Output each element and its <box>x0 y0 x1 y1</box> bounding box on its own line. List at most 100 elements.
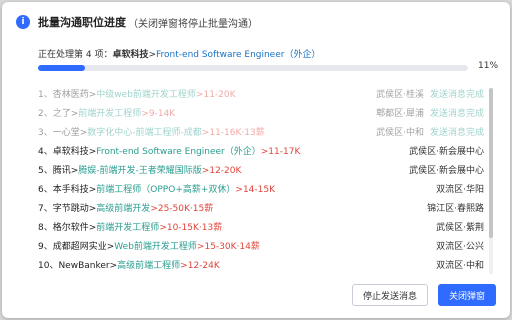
job-row-meta: 郫都区·犀浦 发送消息完成 <box>376 105 484 124</box>
job-row-meta: 武侯区·中和 发送消息完成 <box>376 124 484 143</box>
job-row-main: 3、一心堂>数字化中心-前端工程师-成都>11-16K·13薪 <box>38 124 265 143</box>
job-send-status: 发送消息完成 <box>429 90 484 100</box>
job-index: 1、 <box>38 90 53 100</box>
job-index: 5、 <box>38 166 53 176</box>
job-salary: >14-15K <box>235 185 276 195</box>
job-row-main: 9、成都超网实业>Web前端开发工程师>15-30K·14薪 <box>38 238 260 257</box>
progress-prefix: 正在处理第 4 项： <box>38 50 113 60</box>
job-company: 腾讯 <box>52 166 71 176</box>
job-row-meta: 锦江区·春熙路 <box>427 200 484 219</box>
job-index: 9、 <box>38 242 53 252</box>
job-location: 双流区·华阳 <box>436 185 484 195</box>
dialog-title: 批量沟通职位进度 <box>38 16 126 29</box>
job-position: 前端工程师（OPPO+高薪+双休） <box>96 185 236 195</box>
job-location: 双流区·中和 <box>436 261 484 271</box>
job-salary: >15-30K·14薪 <box>196 242 260 252</box>
job-row: 5、腾讯>腾娱-前端开发-王者荣耀国际版>12-20K 武侯区·新会展中心 <box>38 162 484 181</box>
progress-bar-fill <box>38 65 86 71</box>
job-row: 4、卓软科技>Front-end Software Engineer（外企）>1… <box>38 143 484 162</box>
job-salary: >11-20K <box>195 90 236 100</box>
job-company: 之了 <box>52 109 71 119</box>
job-row-meta: 武侯区·桂溪 发送消息完成 <box>376 86 484 105</box>
job-row: 2、之了>前端开发工程师>9-14K 郫都区·犀浦 发送消息完成 <box>38 105 484 124</box>
job-company: 一心堂 <box>52 128 80 138</box>
job-location: 武侯区·桂溪 <box>376 90 424 100</box>
dialog-header: i 批量沟通职位进度 （关闭弹窗将停止批量沟通） <box>16 12 258 32</box>
job-salary: >12-20K <box>201 166 242 176</box>
scrollbar-thumb[interactable] <box>489 88 493 238</box>
job-row-main: 2、之了>前端开发工程师>9-14K <box>38 105 175 124</box>
job-row-main: 7、字节跳动>高级前端开发>25-50K·15薪 <box>38 200 213 219</box>
job-index: 10、 <box>38 261 59 271</box>
job-salary: >11-16K·13薪 <box>201 128 265 138</box>
job-row: 9、成都超网实业>Web前端开发工程师>15-30K·14薪 双流区·公兴 <box>38 238 484 257</box>
job-company: 本手科技 <box>52 185 89 195</box>
job-row: 1、杏林医药>中级web前端开发工程师>11-20K 武侯区·桂溪 发送消息完成 <box>38 86 484 105</box>
current-separator: > <box>148 50 157 60</box>
current-item-status: 正在处理第 4 项：卓软科技>Front-end Software Engine… <box>38 47 320 60</box>
job-location: 武侯区·新会展中心 <box>409 147 484 157</box>
job-location: 锦江区·春熙路 <box>427 204 484 214</box>
job-row-main: 6、本手科技>前端工程师（OPPO+高薪+双休）>14-15K <box>38 181 275 200</box>
job-position: Web前端开发工程师 <box>114 242 197 252</box>
job-index: 2、 <box>38 109 53 119</box>
job-position: 中级web前端开发工程师 <box>96 90 196 100</box>
job-row: 10、NewBanker>高级前端工程师>12-24K 双流区·中和 <box>38 257 484 276</box>
list-scrollbar[interactable] <box>489 88 493 274</box>
progress-bar <box>38 65 468 71</box>
info-icon: i <box>16 15 30 29</box>
job-salary: >10-15K·13薪 <box>159 223 223 233</box>
job-location: 武侯区·紫荆 <box>436 223 484 233</box>
batch-progress-dialog: i 批量沟通职位进度 （关闭弹窗将停止批量沟通） 正在处理第 4 项：卓软科技>… <box>2 2 510 318</box>
job-index: 7、 <box>38 204 53 214</box>
job-row: 7、字节跳动>高级前端开发>25-50K·15薪 锦江区·春熙路 <box>38 200 484 219</box>
job-row-meta: 双流区·公兴 <box>436 238 484 257</box>
job-company: 卓软科技 <box>52 147 89 157</box>
job-index: 4、 <box>38 147 53 157</box>
job-row-meta: 武侯区·新会展中心 <box>409 162 484 181</box>
job-row-main: 4、卓软科技>Front-end Software Engineer（外企）>1… <box>38 143 300 162</box>
job-row-main: 8、格尔软件>前端开发工程师>10-15K·13薪 <box>38 219 222 238</box>
job-row-meta: 武侯区·新会展中心 <box>409 143 484 162</box>
close-dialog-button[interactable]: 关闭弹窗 <box>437 284 496 306</box>
job-row: 8、格尔软件>前端开发工程师>10-15K·13薪 武侯区·紫荆 <box>38 219 484 238</box>
job-send-status: 发送消息完成 <box>429 109 484 119</box>
job-location: 双流区·公兴 <box>436 242 484 252</box>
job-company: 格尔软件 <box>52 223 89 233</box>
job-location: 武侯区·新会展中心 <box>409 166 484 176</box>
job-salary: >11-17K <box>260 147 301 157</box>
job-location: 郫都区·犀浦 <box>376 109 424 119</box>
job-row-main: 1、杏林医药>中级web前端开发工程师>11-20K <box>38 86 236 105</box>
dialog-footer: 停止发送消息 关闭弹窗 <box>351 284 496 306</box>
job-position: 高级前端开发 <box>96 204 151 214</box>
job-position: 数字化中心-前端工程师-成都 <box>87 128 202 138</box>
dialog-subtitle: （关闭弹窗将停止批量沟通） <box>128 18 258 30</box>
job-row-meta: 武侯区·紫荆 <box>436 219 484 238</box>
job-salary: >12-24K <box>180 261 220 271</box>
job-salary: >25-50K·15薪 <box>150 204 214 214</box>
stop-sending-button[interactable]: 停止发送消息 <box>351 284 428 306</box>
job-position: 前端开发工程师 <box>78 109 142 119</box>
progress-percent: 11% <box>478 61 499 71</box>
job-company: NewBanker <box>58 261 110 271</box>
current-position: Front-end Software Engineer（外企） <box>156 50 321 60</box>
job-position: 腾娱-前端开发-王者荣耀国际版 <box>78 166 202 176</box>
job-position: Front-end Software Engineer（外企） <box>96 147 261 157</box>
job-company: 杏林医药 <box>52 90 89 100</box>
job-company: 字节跳动 <box>52 204 89 214</box>
job-index: 6、 <box>38 185 53 195</box>
job-position: 高级前端工程师 <box>117 261 181 271</box>
job-row: 6、本手科技>前端工程师（OPPO+高薪+双休）>14-15K 双流区·华阳 <box>38 181 484 200</box>
job-position: 前端开发工程师 <box>96 223 160 233</box>
job-row-meta: 双流区·华阳 <box>436 181 484 200</box>
job-salary: >9-14K <box>141 109 176 119</box>
job-row-meta: 双流区·中和 <box>436 257 484 276</box>
job-row-main: 10、NewBanker>高级前端工程师>12-24K <box>38 257 220 276</box>
job-row: 3、一心堂>数字化中心-前端工程师-成都>11-16K·13薪 武侯区·中和 发送消… <box>38 124 484 143</box>
job-list: 1、杏林医药>中级web前端开发工程师>11-20K 武侯区·桂溪 发送消息完成 2、… <box>38 86 484 276</box>
job-send-status: 发送消息完成 <box>429 128 484 138</box>
job-index: 8、 <box>38 223 53 233</box>
job-company: 成都超网实业 <box>52 242 107 252</box>
job-location: 武侯区·中和 <box>376 128 424 138</box>
job-index: 3、 <box>38 128 53 138</box>
